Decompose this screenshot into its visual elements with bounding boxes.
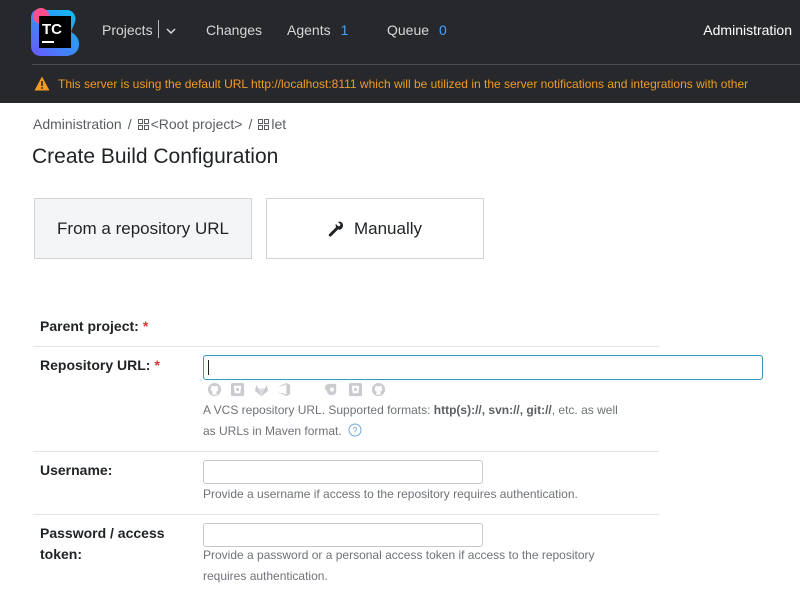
password-label-line2: token: bbox=[40, 546, 82, 562]
username-hint: Provide a username if access to the repo… bbox=[203, 487, 578, 501]
repository-url-hint-formats: http(s)://, svn://, git:// bbox=[433, 403, 552, 417]
repository-url-label-text: Repository URL: bbox=[40, 357, 151, 373]
header-divider bbox=[32, 64, 800, 65]
wrench-icon bbox=[328, 221, 343, 237]
github-enterprise-icon[interactable] bbox=[371, 382, 386, 397]
row-divider bbox=[33, 514, 659, 515]
breadcrumb: Administration / <Root project> / let bbox=[33, 116, 286, 132]
server-url-warning: This server is using the default URL htt… bbox=[34, 75, 800, 93]
password-hint: Provide a password or a personal access … bbox=[203, 545, 595, 587]
github-icon[interactable] bbox=[207, 382, 222, 397]
queue-count-badge: 0 bbox=[439, 22, 447, 38]
parent-project-label-text: Parent project: bbox=[40, 318, 139, 334]
password-label-line1: Password / access bbox=[40, 525, 165, 541]
gitlab-icon[interactable] bbox=[254, 382, 269, 397]
password-input[interactable] bbox=[203, 523, 483, 547]
nav-queue-label: Queue bbox=[387, 22, 430, 38]
repository-url-hint-prefix: A VCS repository URL. Supported formats: bbox=[203, 403, 434, 417]
top-header: TC Projects Changes Agents 1 Queue 0 Admin… bbox=[0, 0, 800, 103]
nav-changes[interactable]: Changes bbox=[206, 22, 262, 38]
password-label: Password / access token: bbox=[40, 523, 165, 565]
repository-url-input[interactable] bbox=[203, 355, 763, 380]
project-icon bbox=[258, 119, 270, 130]
repository-url-label: Repository URL: * bbox=[40, 355, 160, 376]
page-title: Create Build Configuration bbox=[32, 145, 279, 168]
tab-from-repository-url[interactable]: From a repository URL bbox=[34, 198, 252, 259]
repository-url-hint-line2: as URLs in Maven format. bbox=[203, 424, 342, 438]
azure-devops-icon[interactable] bbox=[277, 382, 292, 397]
nav-agents-label: Agents bbox=[287, 22, 331, 38]
teamcity-logo[interactable]: TC bbox=[31, 8, 79, 56]
required-marker: * bbox=[154, 357, 160, 373]
nav-separator bbox=[158, 20, 159, 38]
gitea-icon[interactable] bbox=[324, 382, 339, 397]
nav-projects-label: Projects bbox=[102, 22, 153, 38]
repository-url-hint: A VCS repository URL. Supported formats:… bbox=[203, 400, 663, 442]
username-label: Username: bbox=[40, 462, 113, 478]
bitbucket-icon[interactable] bbox=[230, 382, 245, 397]
breadcrumb-administration[interactable]: Administration bbox=[33, 116, 122, 132]
top-nav-bar: TC Projects Changes Agents 1 Queue 0 Admin… bbox=[0, 0, 800, 64]
password-hint-line2: requires authentication. bbox=[203, 569, 328, 583]
tab-from-repository-url-label: From a repository URL bbox=[57, 218, 229, 238]
chevron-down-icon[interactable] bbox=[165, 25, 177, 37]
agents-count-badge: 1 bbox=[340, 22, 349, 38]
parent-project-label: Parent project: * bbox=[40, 316, 148, 337]
nav-projects[interactable]: Projects bbox=[102, 22, 153, 38]
nav-queue[interactable]: Queue 0 bbox=[387, 22, 447, 38]
username-input[interactable] bbox=[203, 460, 483, 484]
row-divider bbox=[33, 451, 659, 452]
required-marker: * bbox=[142, 318, 149, 334]
breadcrumb-root-project[interactable]: <Root project> bbox=[137, 116, 243, 132]
breadcrumb-root-project-label: <Root project> bbox=[150, 116, 243, 132]
tab-manually-label: Manually bbox=[353, 218, 423, 238]
bitbucket-server-icon[interactable] bbox=[348, 382, 363, 397]
row-divider bbox=[33, 346, 659, 347]
project-icon bbox=[137, 119, 149, 130]
logo-text: TC bbox=[42, 21, 62, 38]
warning-icon bbox=[34, 76, 50, 91]
help-icon[interactable]: ? bbox=[348, 423, 362, 437]
breadcrumb-current-project-label: let bbox=[271, 116, 287, 132]
password-hint-line1: Provide a password or a personal access … bbox=[203, 548, 595, 562]
tab-manually[interactable]: Manually bbox=[266, 198, 484, 259]
nav-agents[interactable]: Agents 1 bbox=[287, 22, 348, 38]
text-cursor bbox=[208, 360, 209, 375]
breadcrumb-separator: / bbox=[127, 116, 132, 132]
warning-text: This server is using the default URL htt… bbox=[58, 77, 749, 91]
repository-url-hint-suffix: , etc. as well bbox=[551, 403, 618, 417]
svg-text:?: ? bbox=[352, 425, 357, 435]
breadcrumb-separator: / bbox=[248, 116, 253, 132]
nav-administration[interactable]: Administration bbox=[703, 22, 792, 38]
breadcrumb-current-project[interactable]: let bbox=[258, 116, 286, 132]
